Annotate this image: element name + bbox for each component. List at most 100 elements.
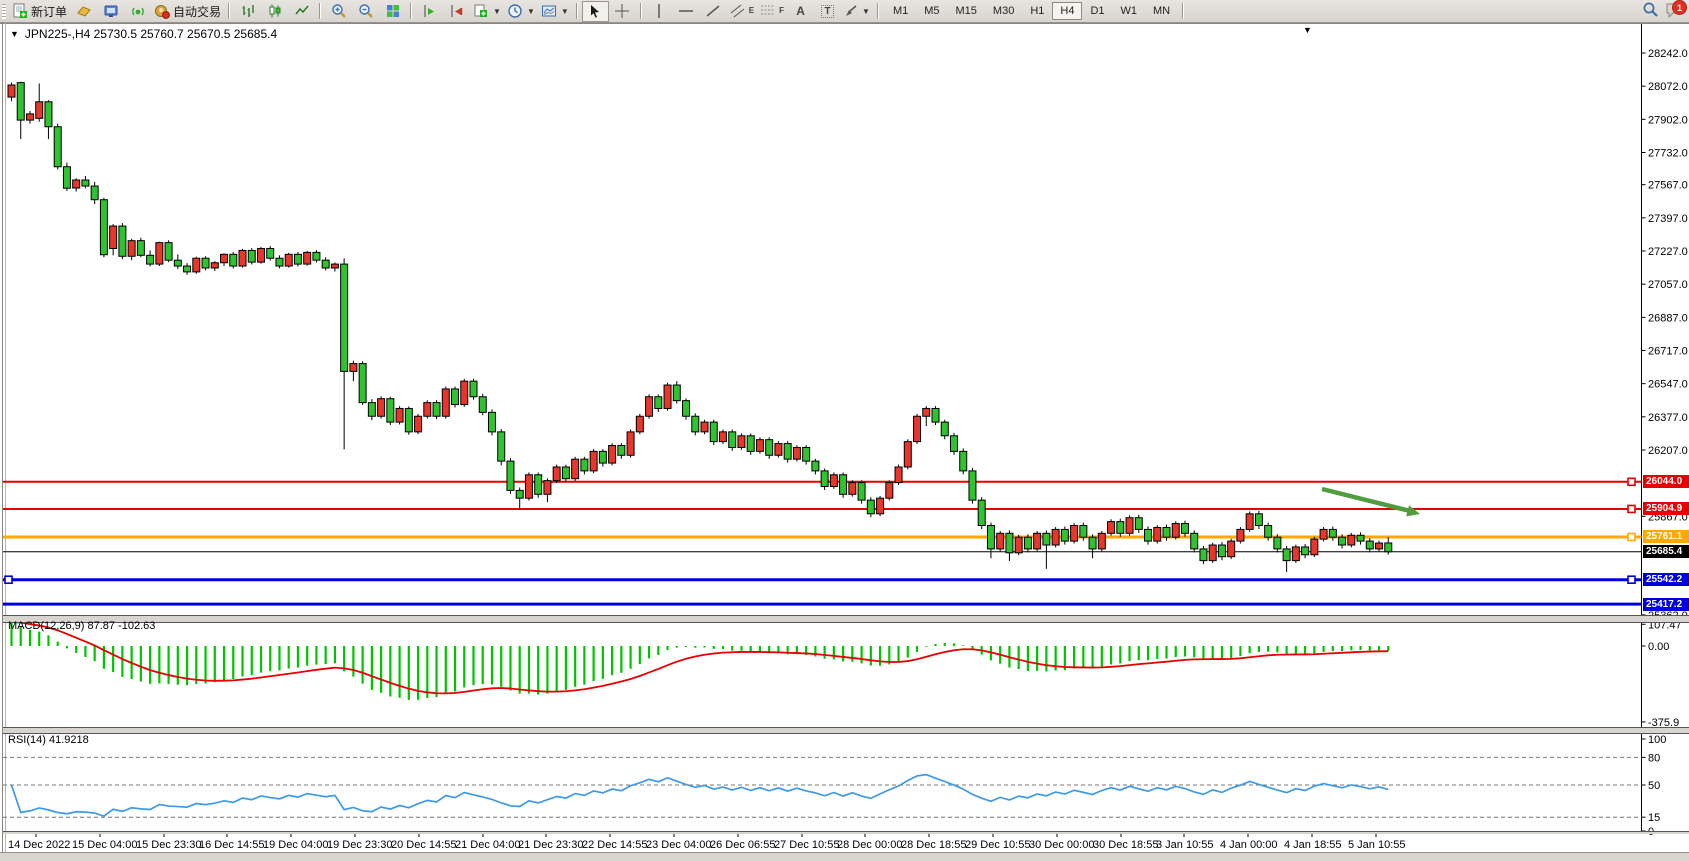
candlestick-chart-button[interactable]	[261, 1, 288, 22]
candle	[461, 381, 468, 404]
price-axis-tick: 27567.0	[1648, 180, 1688, 192]
date-axis-label: 26 Dec 06:55	[710, 839, 775, 851]
candle	[904, 442, 911, 467]
candle	[581, 459, 588, 471]
rsi-axis-tick: 15	[1648, 812, 1660, 824]
timeframe-button-m15[interactable]: M15	[948, 2, 985, 20]
date-axis-label: 14 Dec 2022	[8, 839, 70, 851]
new-chart-icon	[473, 3, 489, 19]
timeframe-button-w1[interactable]: W1	[1113, 2, 1146, 20]
arrows-tool-button[interactable]: ▼	[841, 1, 873, 22]
channel-tool-button[interactable]: E	[727, 1, 757, 22]
timeframe-button-h4[interactable]: H4	[1052, 2, 1082, 20]
text-tool-button[interactable]: A	[787, 1, 814, 22]
signals-icon	[130, 3, 146, 19]
candle	[553, 467, 560, 481]
candle	[442, 389, 449, 416]
candle	[415, 416, 422, 432]
candle	[26, 114, 33, 120]
trendline-tool-button[interactable]	[700, 1, 727, 22]
auto-scroll-button[interactable]	[443, 1, 470, 22]
toolbar-separator	[1182, 3, 1184, 19]
auto-scroll-icon	[449, 3, 465, 19]
notifications-button[interactable]: 1	[1665, 2, 1685, 20]
toolbar: 新订单 自动交易	[0, 0, 1689, 23]
timeframe-buttons: M1M5M15M30H1H4D1W1MN	[885, 2, 1178, 21]
fibonacci-tool-button[interactable]: F	[757, 1, 787, 22]
timeframe-button-h1[interactable]: H1	[1022, 2, 1052, 20]
candle	[1034, 533, 1041, 549]
candle	[1135, 518, 1142, 530]
rsi-axis-tick: 100	[1648, 734, 1666, 746]
candle	[932, 408, 939, 422]
zoom-in-icon	[331, 3, 347, 19]
chart-shift-button[interactable]	[416, 1, 443, 22]
timeframe-button-d1[interactable]: D1	[1082, 2, 1112, 20]
timeframe-button-m1[interactable]: M1	[885, 2, 916, 20]
toolbar-grip[interactable]	[2, 4, 6, 19]
candle	[1228, 541, 1235, 557]
zoom-in-button[interactable]	[325, 1, 352, 22]
autotrading-button[interactable]: 自动交易	[151, 1, 224, 22]
date-axis-label: 20 Dec 14:55	[391, 839, 456, 851]
candle	[488, 412, 495, 432]
toolbar-separator	[640, 3, 642, 19]
navigator-button[interactable]	[97, 1, 124, 22]
candle	[692, 416, 699, 432]
date-axis-label: 29 Dec 10:55	[965, 839, 1030, 851]
trading-terminal: 新订单 自动交易	[0, 0, 1689, 861]
tile-windows-button[interactable]	[379, 1, 406, 22]
panel-divider-macd[interactable]	[3, 615, 1689, 623]
candle	[886, 483, 893, 499]
horizontal-line-tool-button[interactable]	[673, 1, 700, 22]
market-watch-button[interactable]	[70, 1, 97, 22]
zoom-out-button[interactable]	[352, 1, 379, 22]
candle	[618, 446, 625, 456]
candle	[987, 526, 994, 549]
chart-menu-arrow-icon[interactable]: ▼	[1303, 25, 1312, 35]
templates-button[interactable]: ▼	[538, 1, 572, 22]
candle	[322, 260, 329, 268]
candle	[1043, 533, 1050, 545]
rsi-axis-tick: 80	[1648, 752, 1660, 764]
timeframe-button-m5[interactable]: M5	[916, 2, 947, 20]
vertical-line-tool-button[interactable]	[646, 1, 673, 22]
date-axis-label: 30 Dec 00:00	[1029, 839, 1094, 851]
bar-chart-button[interactable]	[234, 1, 261, 22]
candle	[1024, 537, 1031, 549]
new-order-button[interactable]: 新订单	[9, 1, 70, 22]
price-line-label: 25542.2	[1643, 573, 1689, 586]
panel-divider-timeline	[3, 831, 1689, 834]
candle	[895, 467, 902, 483]
candle	[387, 399, 394, 422]
timeframe-button-mn[interactable]: MN	[1145, 2, 1178, 20]
candle	[867, 500, 874, 514]
candle	[525, 475, 532, 498]
candle	[433, 403, 440, 417]
candle	[1329, 529, 1336, 537]
signals-button[interactable]	[124, 1, 151, 22]
text-label-tool-button[interactable]: T	[814, 1, 841, 22]
vertical-line-icon	[653, 3, 665, 19]
panel-divider-rsi[interactable]	[3, 727, 1689, 734]
timeframe-button-m30[interactable]: M30	[985, 2, 1022, 20]
crosshair-tool-button[interactable]	[609, 1, 636, 22]
line-chart-button[interactable]	[288, 1, 315, 22]
candle	[1237, 529, 1244, 541]
periods-button[interactable]: ▼	[504, 1, 538, 22]
candle	[54, 127, 61, 167]
candle	[1283, 549, 1290, 561]
cursor-icon	[588, 4, 602, 18]
candle	[1302, 547, 1309, 555]
candle	[1320, 529, 1327, 539]
chart-title-dropdown-icon[interactable]: ▼	[10, 29, 19, 39]
candle	[1181, 524, 1188, 534]
window-bottom-edge	[0, 852, 1689, 861]
candle	[331, 264, 338, 268]
new-chart-button[interactable]: ▼	[470, 1, 504, 22]
candle	[396, 408, 403, 422]
cursor-tool-button[interactable]	[582, 1, 609, 22]
chart-shift-icon	[422, 3, 438, 19]
search-icon[interactable]	[1642, 1, 1659, 21]
candle	[673, 385, 680, 401]
